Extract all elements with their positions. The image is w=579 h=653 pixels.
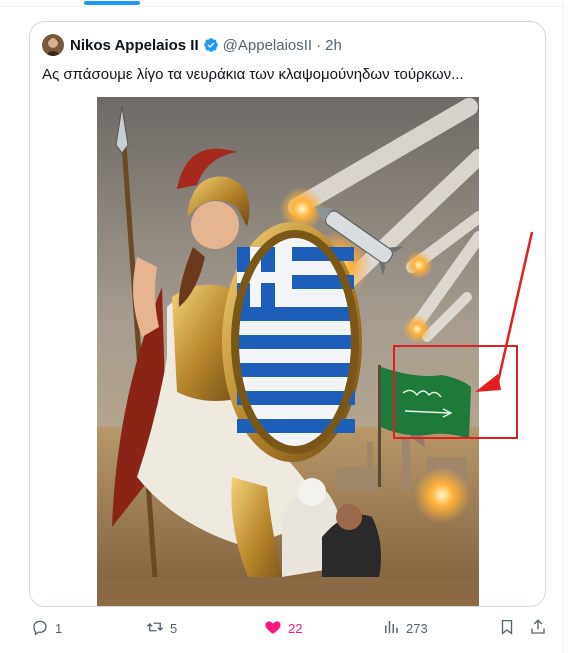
reply-icon — [31, 618, 49, 639]
post-timestamp[interactable]: 2h — [325, 37, 342, 54]
like-count: 22 — [288, 621, 303, 636]
author-handle[interactable]: @AppelaiosII — [223, 37, 312, 54]
repost-button[interactable]: 5 — [146, 618, 177, 639]
views-icon — [382, 618, 400, 639]
share-icon — [529, 618, 547, 639]
views-count: 273 — [406, 621, 428, 636]
like-button[interactable]: 22 — [264, 618, 302, 639]
heart-icon — [264, 618, 282, 639]
avatar[interactable] — [42, 34, 64, 56]
bookmark-button[interactable] — [498, 618, 516, 639]
post-header: Nikos Appelaios II @AppelaiosII · 2h — [42, 34, 342, 56]
author-name[interactable]: Nikos Appelaios II — [70, 37, 199, 54]
timeline-border — [563, 0, 564, 653]
bookmark-icon — [498, 618, 516, 639]
repost-count: 5 — [170, 621, 178, 636]
post-image[interactable] — [97, 97, 479, 606]
reply-button[interactable]: 1 — [31, 618, 62, 639]
active-tab-indicator — [84, 1, 140, 5]
views-button[interactable]: 273 — [382, 618, 428, 639]
quoted-post-card[interactable]: Nikos Appelaios II @AppelaiosII · 2h Ας … — [29, 21, 546, 607]
separator-dot: · — [316, 36, 322, 54]
reply-count: 1 — [55, 621, 63, 636]
share-button[interactable] — [529, 618, 547, 639]
repost-icon — [146, 618, 164, 639]
verified-badge-icon — [203, 37, 219, 53]
post-actions-bar: 1 5 22 273 — [0, 612, 579, 646]
post-text: Ας σπάσουμε λίγο τα νευράκια των κλαψομο… — [42, 66, 464, 83]
